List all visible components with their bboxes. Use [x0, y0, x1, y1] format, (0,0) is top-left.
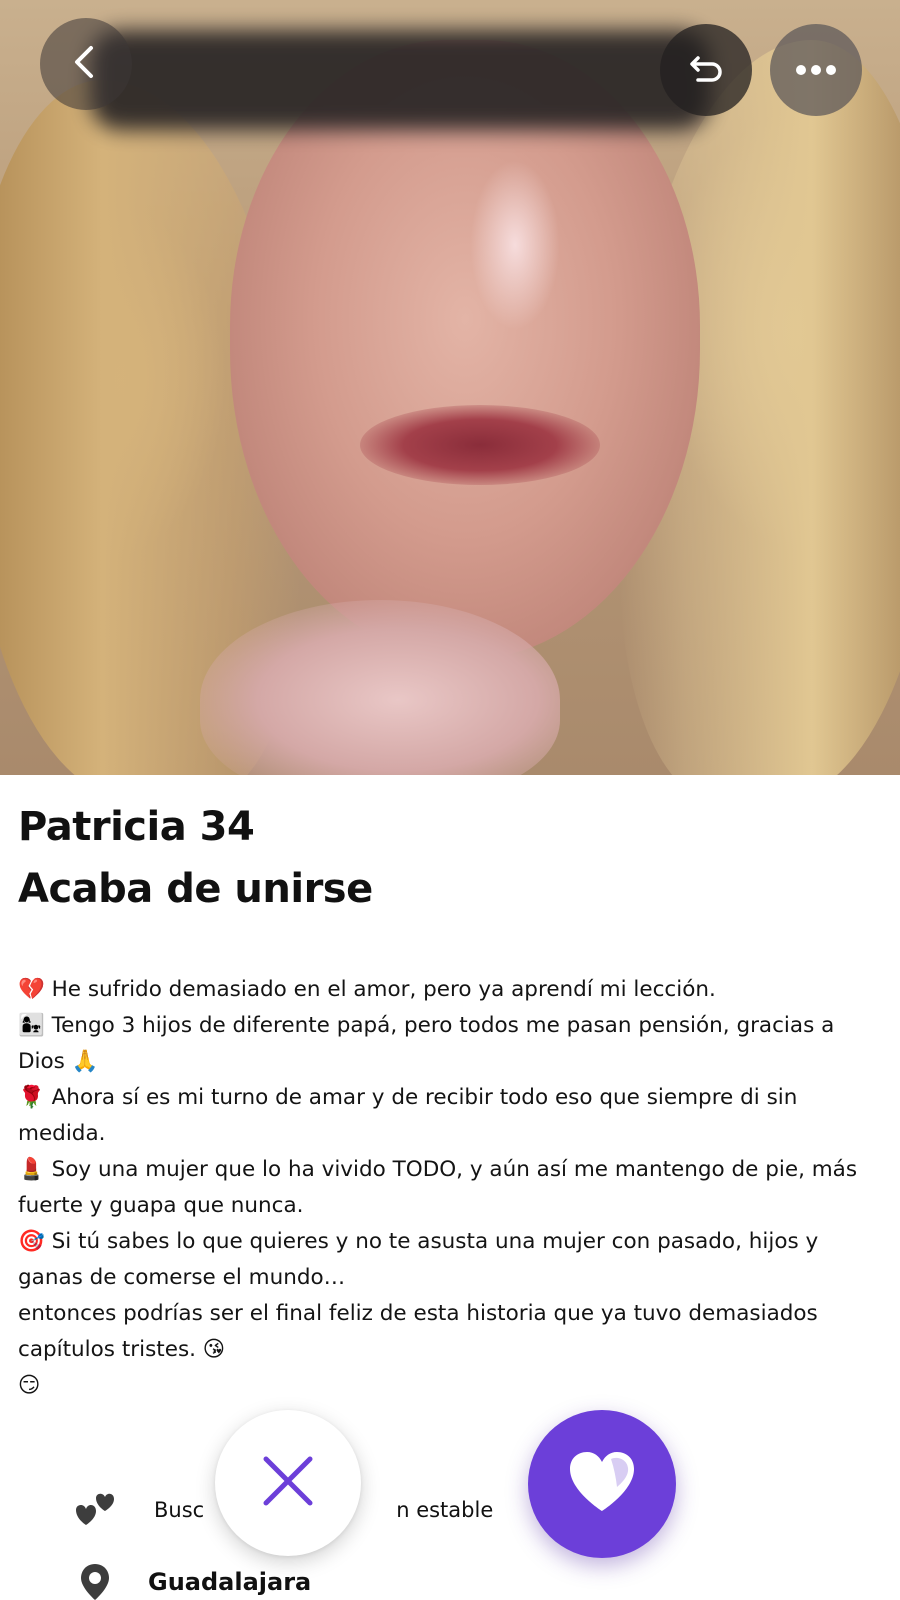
undo-button[interactable]	[660, 24, 752, 116]
more-options-button[interactable]	[770, 24, 862, 116]
like-button[interactable]	[528, 1410, 676, 1558]
profile-status: Acaba de unirse	[18, 866, 373, 912]
more-horizontal-icon	[794, 61, 838, 80]
photo-face	[230, 40, 700, 660]
heart-icon	[567, 1451, 637, 1517]
back-button[interactable]	[40, 18, 132, 110]
bio-line: entonces podrías ser el final feliz de e…	[18, 1301, 818, 1362]
profile-screen: Patricia 34 Acaba de unirse 💔 He sufrido…	[0, 0, 900, 1600]
bio-line: 🌹 Ahora sí es mi turno de amar y de reci…	[18, 1085, 798, 1146]
looking-for-prefix: Busc	[154, 1498, 205, 1522]
bio-line: 💄 Soy una mujer que lo ha vivido TODO, y…	[18, 1157, 858, 1218]
photo-nose	[470, 160, 560, 330]
close-icon	[260, 1453, 316, 1513]
hearts-icon	[70, 1488, 120, 1532]
location-text: Guadalajara	[148, 1568, 312, 1596]
location-pin-icon	[70, 1560, 120, 1600]
bio-line: 💔 He sufrido demasiado en el amor, pero …	[18, 977, 716, 1002]
dislike-button[interactable]	[215, 1410, 361, 1556]
bio-line: 😏	[18, 1373, 41, 1398]
profile-photo[interactable]	[0, 0, 900, 775]
looking-for-suffix: n estable	[396, 1498, 494, 1522]
bio-line: 🎯 Si tú sabes lo que quieres y no te asu…	[18, 1229, 819, 1290]
profile-bio: 💔 He sufrido demasiado en el amor, pero …	[18, 972, 884, 1404]
undo-icon	[682, 44, 730, 96]
bio-line: 👩‍👧 Tengo 3 hijos de diferente papá, per…	[18, 1013, 835, 1074]
privacy-blur-bar	[90, 30, 710, 130]
profile-name-age: Patricia 34	[18, 804, 255, 850]
location-row: Guadalajara	[70, 1560, 311, 1600]
photo-lips	[360, 405, 600, 485]
chevron-left-icon	[66, 42, 106, 86]
